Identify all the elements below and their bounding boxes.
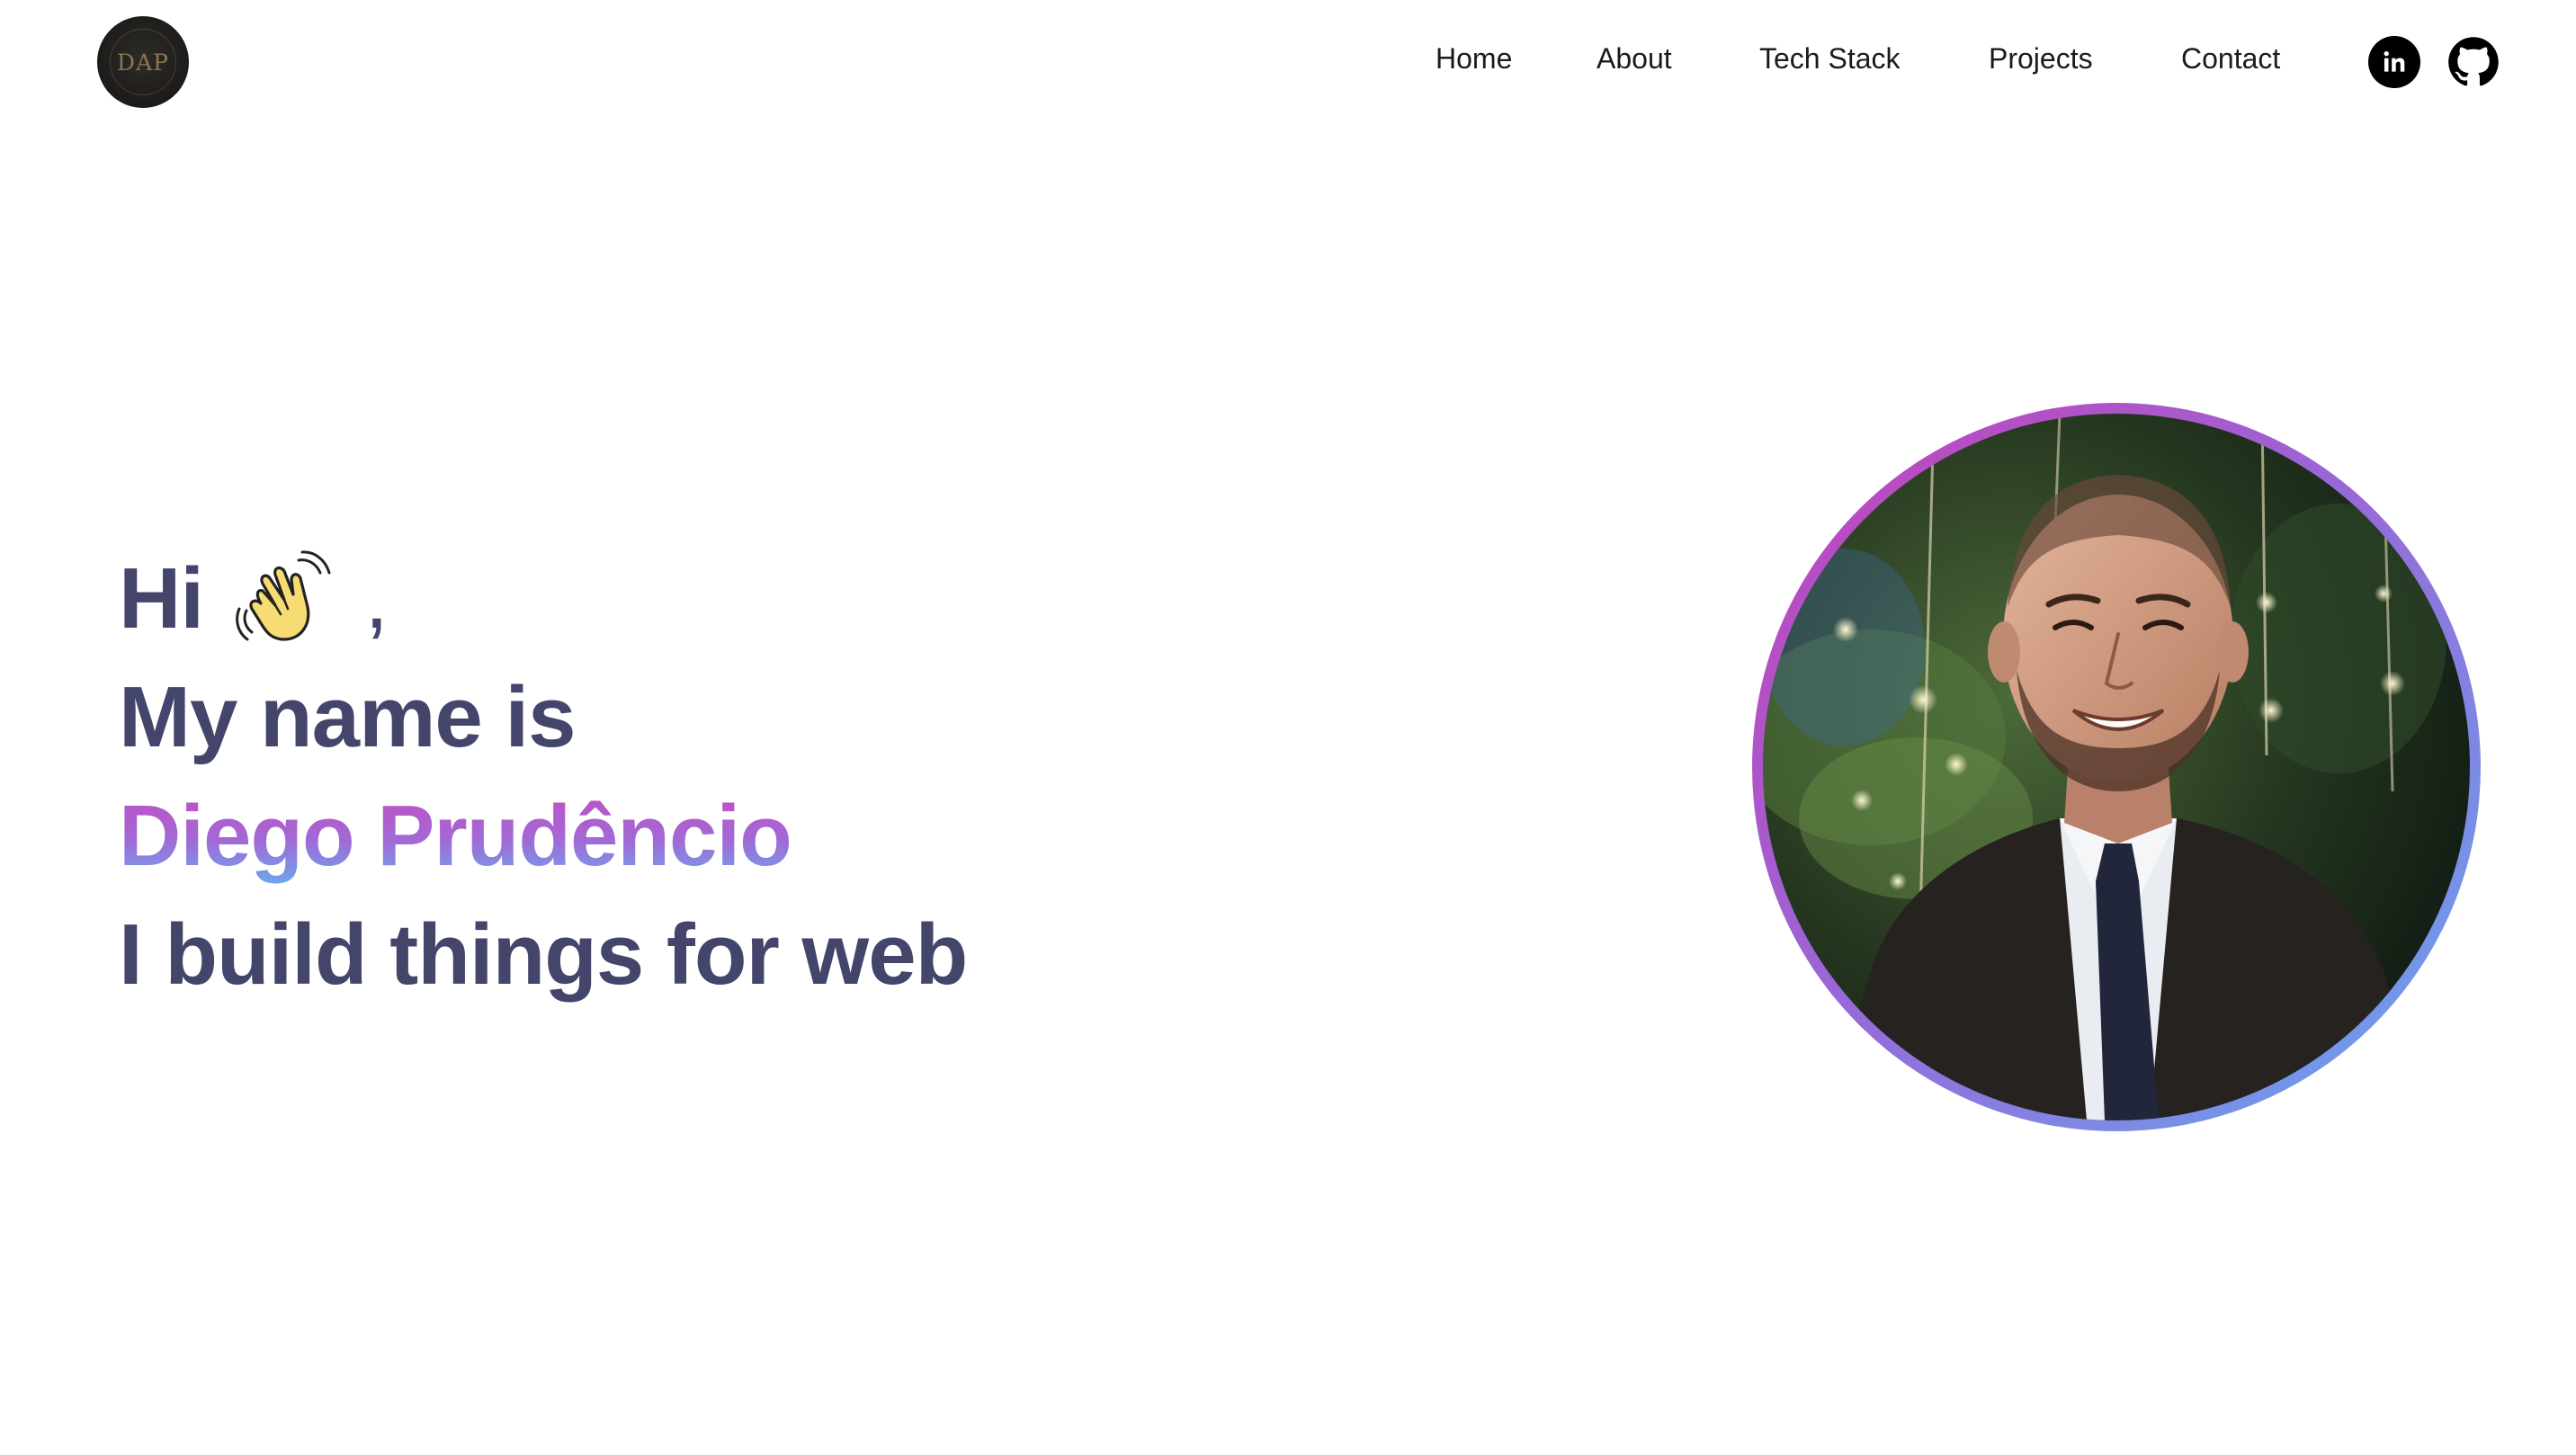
github-icon xyxy=(2448,37,2499,86)
site-header: DAP Home About Tech Stack Projects Conta… xyxy=(0,0,2576,126)
waving-hand-icon xyxy=(235,550,331,641)
tagline: I build things for web xyxy=(119,906,968,1003)
greeting-text: Hi xyxy=(119,550,204,647)
linkedin-icon xyxy=(2384,50,2405,72)
nav-link-projects[interactable]: Projects xyxy=(1989,36,2093,81)
name-text: Diego Prudêncio xyxy=(119,788,792,884)
main-nav: Home About Tech Stack Projects Contact xyxy=(0,36,2576,81)
name-line: Diego Prudêncio xyxy=(119,777,1198,896)
nav-link-contact[interactable]: Contact xyxy=(2181,36,2280,81)
nav-link-home[interactable]: Home xyxy=(1436,36,1512,81)
intro-line: My name is xyxy=(119,669,577,765)
nav-link-about[interactable]: About xyxy=(1597,36,1672,81)
linkedin-link[interactable] xyxy=(2368,36,2420,88)
hero-section: Hi , My name is Diego Prudêncio I build … xyxy=(119,540,1198,1014)
profile-photo xyxy=(1763,414,2470,1120)
nav-link-tech-stack[interactable]: Tech Stack xyxy=(1759,36,1901,81)
profile-photo-illustration xyxy=(1763,414,2470,1120)
greeting-comma: , xyxy=(364,550,389,647)
profile-photo-frame xyxy=(1752,403,2481,1131)
greeting-line: Hi , xyxy=(119,540,1198,658)
github-link[interactable] xyxy=(2447,36,2500,88)
